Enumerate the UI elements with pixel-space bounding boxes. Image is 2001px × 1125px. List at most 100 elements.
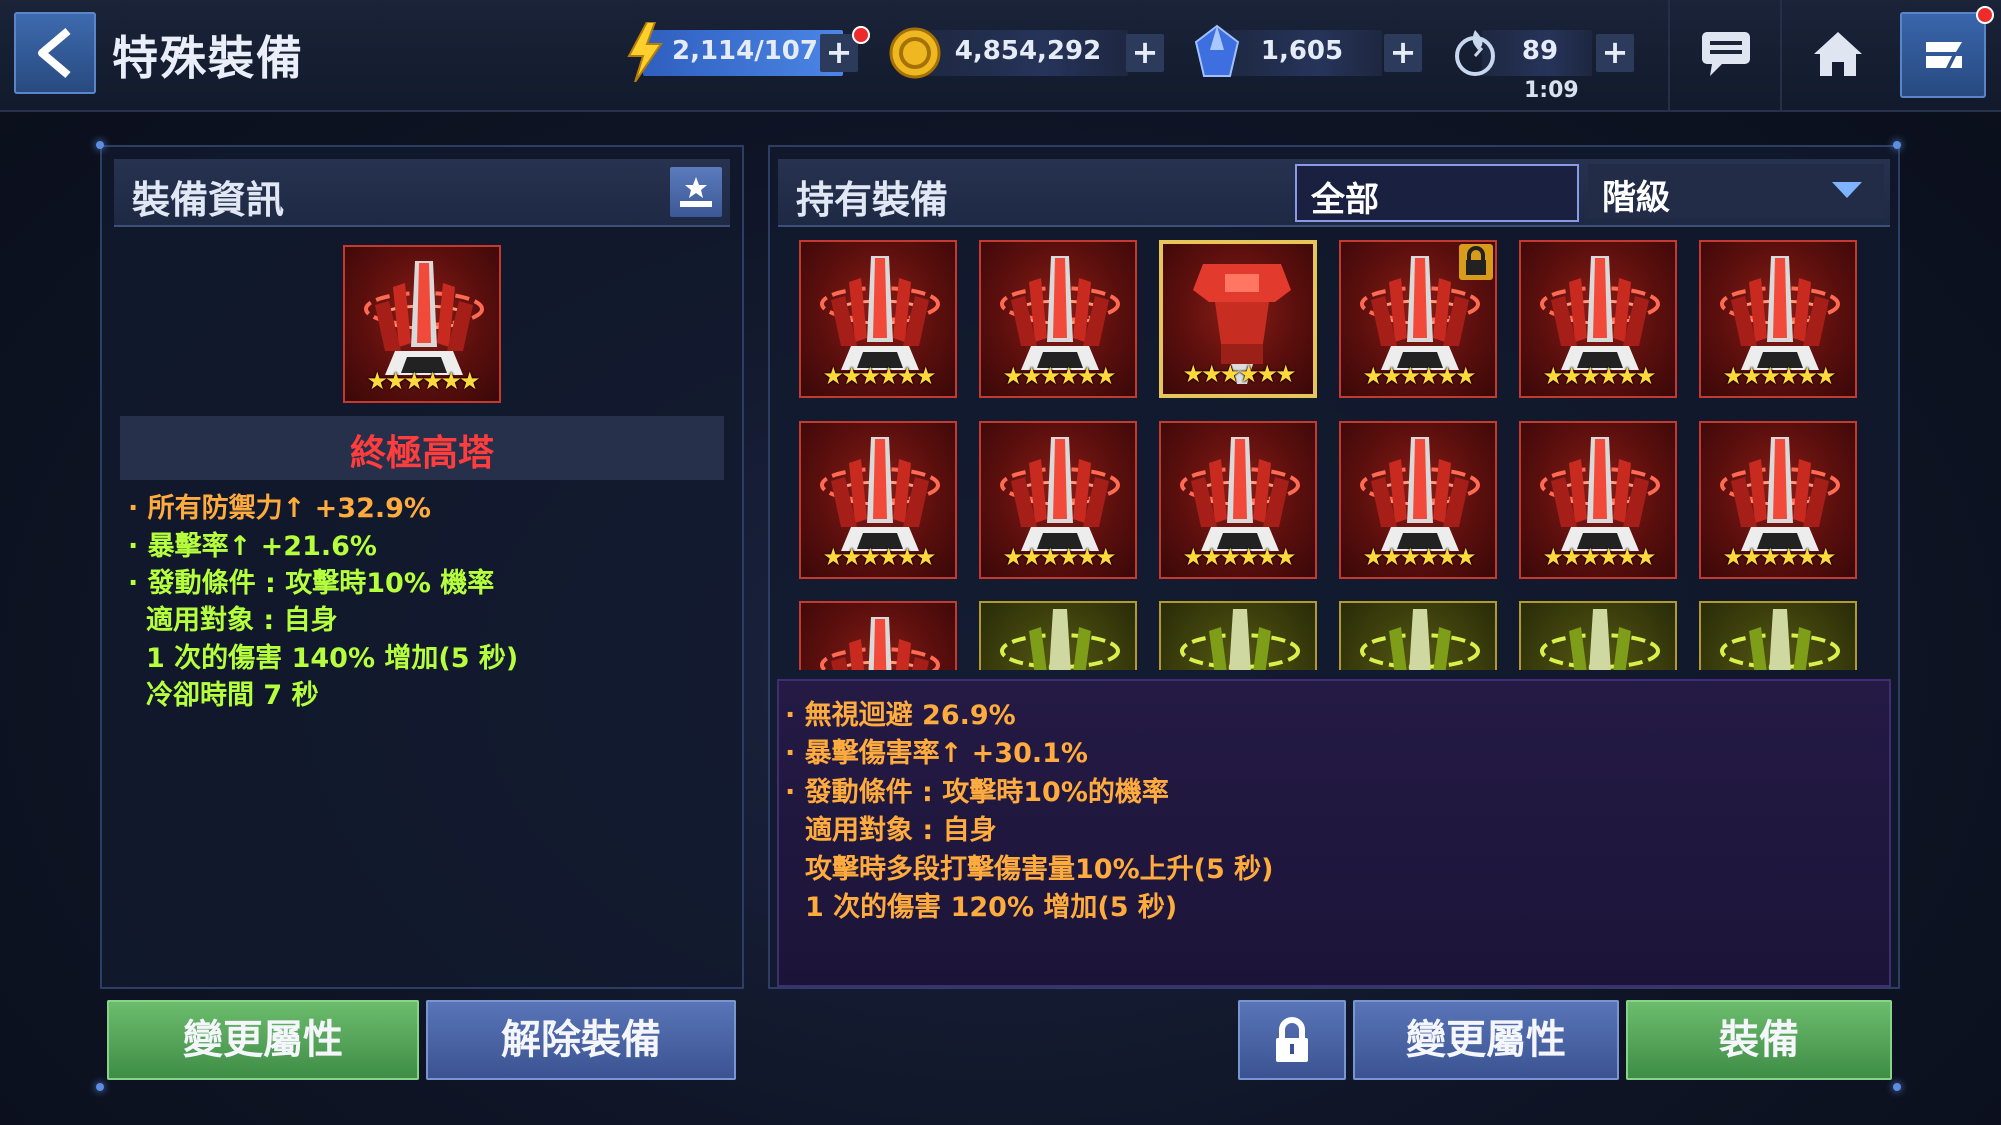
equipment-tile[interactable]: ★★★★★★ <box>979 421 1137 579</box>
equipment-tile[interactable]: ★★★★★★ <box>799 240 957 398</box>
equipment-tile[interactable] <box>1519 601 1677 670</box>
crystal-resource: 1,605 + <box>1192 24 1426 78</box>
stamina-flame-icon <box>1455 30 1495 76</box>
stamina-value: 89 <box>1521 36 1559 66</box>
detail-crit-damage: · 暴擊傷害率↑ +30.1% <box>785 738 1088 769</box>
equipment-tile[interactable] <box>1159 601 1317 670</box>
owned-equipment-title: 持有裝備 <box>796 178 949 222</box>
unequip-button[interactable]: 解除裝備 <box>426 1000 736 1080</box>
stat-cooldown: 冷卻時間 7 秒 <box>146 680 319 711</box>
gold-value: 4,854,292 <box>954 36 1102 66</box>
menu-button[interactable] <box>1900 6 1994 98</box>
equipment-tile[interactable] <box>1339 601 1497 670</box>
crystal-icon <box>1194 24 1240 77</box>
gold-coin-icon <box>889 27 941 79</box>
rarity-stars: ★★★★★★ <box>1002 362 1116 390</box>
detail-trigger-condition: · 發動條件 : 攻擊時10%的機率 <box>785 777 1169 808</box>
equipment-tile[interactable]: ★★★★★★ <box>799 421 957 579</box>
panel-corner-glow <box>96 141 104 149</box>
gold-resource: 4,854,292 + <box>888 27 1168 79</box>
chevron-down-icon <box>1832 182 1862 198</box>
rarity-stars: ★★★★★★ <box>822 543 936 571</box>
equipment-tile[interactable] <box>1699 601 1857 670</box>
lock-icon <box>1276 1017 1308 1062</box>
sort-value: 階級 <box>1602 178 1670 218</box>
stat-damage-increase: 1 次的傷害 140% 增加(5 秒) <box>146 643 519 674</box>
panel-corner-glow <box>1893 141 1901 149</box>
menu-icon <box>1926 42 1962 68</box>
rarity-stars: ★★★★★★ <box>366 367 480 395</box>
menu-notification-dot <box>1976 6 1994 24</box>
equipment-grid: ★★★★★★ ★★★★★★ ★★★★★★ ★★★★★★ ★★★★★★ ★★★★★… <box>797 238 1873 670</box>
equipped-item-tile[interactable]: ★★★★★★ <box>343 245 501 403</box>
chat-icon <box>1702 32 1750 76</box>
item-name: 終極高塔 <box>349 433 494 474</box>
lock-icon <box>1466 246 1486 275</box>
detail-damage-increase: 1 次的傷害 120% 增加(5 秒) <box>805 892 1178 923</box>
lock-badge <box>1459 244 1493 280</box>
home-button[interactable] <box>1780 0 1892 110</box>
stat-trigger-condition: · 發動條件 : 攻擊時10% 機率 <box>128 568 495 599</box>
stamina-resource: 89 + <box>1452 30 1638 78</box>
equipment-tile-locked[interactable]: ★★★★★★ <box>1339 240 1497 398</box>
rarity-stars: ★★★★★★ <box>1722 543 1836 571</box>
back-button[interactable] <box>14 12 96 94</box>
equipment-tile[interactable]: ★★★★★★ <box>1519 421 1677 579</box>
stat-target: 適用對象 : 自身 <box>146 605 338 636</box>
change-attribute-left-button[interactable]: 變更屬性 <box>107 1000 419 1080</box>
detail-target: 適用對象 : 自身 <box>805 815 997 846</box>
stamina-plus-button[interactable]: + <box>1596 34 1634 72</box>
rarity-stars: ★★★★★★ <box>1002 543 1116 571</box>
energy-value: 2,114/107 <box>671 36 818 66</box>
equipment-tile[interactable]: ★★★★★★ <box>1699 240 1857 398</box>
tower-equipment-icon <box>1341 603 1497 670</box>
equipment-tile[interactable] <box>979 601 1137 670</box>
rarity-stars: ★★★★★★ <box>1722 362 1836 390</box>
rarity-stars: ★★★★★★ <box>1362 362 1476 390</box>
stat-crit-rate: · 暴擊率↑ +21.6% <box>128 531 377 562</box>
detail-ignore-evasion: · 無視迴避 26.9% <box>785 700 1016 731</box>
sort-dropdown[interactable]: 階級 <box>1588 164 1884 218</box>
equipment-tile[interactable] <box>799 601 957 670</box>
lock-button[interactable] <box>1238 1000 1346 1080</box>
rarity-stars: ★★★★★★ <box>822 362 936 390</box>
rarity-stars: ★★★★★★ <box>1542 543 1656 571</box>
gold-plus-button[interactable]: + <box>1126 34 1164 72</box>
rarity-stars: ★★★★★★ <box>1362 543 1476 571</box>
crystal-plus-button[interactable]: + <box>1384 34 1422 72</box>
rank-button[interactable] <box>670 167 722 217</box>
rarity-stars: ★★★★★★ <box>1182 543 1296 571</box>
crown-stars-icon <box>680 177 712 207</box>
equipment-tile[interactable]: ★★★★★★ <box>1699 421 1857 579</box>
rarity-stars: ★★★★★★ <box>1542 362 1656 390</box>
tower-equipment-icon <box>981 603 1137 670</box>
filter-value: 全部 <box>1311 180 1379 220</box>
lightning-icon <box>627 22 663 82</box>
item-name-bar: 終極高塔 <box>120 416 724 480</box>
equipment-tile[interactable]: ★★★★★★ <box>1339 421 1497 579</box>
equip-button[interactable]: 裝備 <box>1626 1000 1892 1080</box>
home-icon <box>1814 32 1862 76</box>
tower-equipment-icon <box>1521 603 1677 670</box>
crystal-value: 1,605 <box>1260 36 1344 66</box>
equipment-tile[interactable]: ★★★★★★ <box>1159 421 1317 579</box>
stat-defense: · 所有防禦力↑ +32.9% <box>128 493 431 524</box>
energy-plus-button[interactable]: + <box>820 34 858 72</box>
chat-button[interactable] <box>1668 0 1780 110</box>
tower-equipment-icon <box>801 603 957 670</box>
tower-equipment-icon <box>1161 603 1317 670</box>
tower-equipment-icon <box>1701 603 1857 670</box>
selected-equipment-detail: · 無視迴避 26.9% · 暴擊傷害率↑ +30.1% · 發動條件 : 攻擊… <box>777 679 1891 987</box>
rarity-stars: ★★★★★★ <box>1182 360 1296 388</box>
energy-resource: 2,114/107 + <box>625 22 870 82</box>
equipment-tile[interactable]: ★★★★★★ <box>979 240 1137 398</box>
filter-dropdown[interactable]: 全部 <box>1295 164 1579 222</box>
equipment-tile[interactable]: ★★★★★★ <box>1519 240 1677 398</box>
panel-corner-glow <box>1893 1083 1901 1091</box>
change-attribute-right-button[interactable]: 變更屬性 <box>1353 1000 1619 1080</box>
equipment-tile-selected[interactable]: ★★★★★★ <box>1159 240 1317 398</box>
top-bar: 特殊裝備 2,114/107 + 4,854,292 + 1,605 + 89 … <box>0 0 2001 112</box>
detail-multi-hit: 攻擊時多段打擊傷害量10%上升(5 秒) <box>805 854 1274 885</box>
panel-corner-glow <box>96 1083 104 1091</box>
equipment-info-header: 裝備資訊 <box>114 159 730 227</box>
